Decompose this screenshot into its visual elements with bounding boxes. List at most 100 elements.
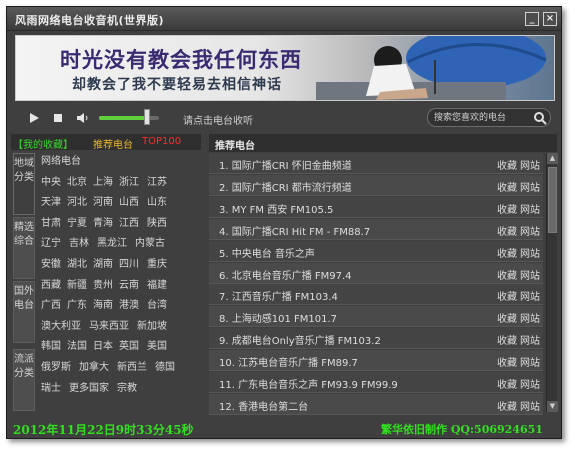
region-link[interactable]: 湖南 — [93, 255, 113, 270]
region-link[interactable]: 西藏 — [41, 276, 61, 291]
station-row[interactable]: 11. 广东电台音乐之声 FM93.9 FM99.9 收藏 网站 — [209, 372, 543, 393]
station-favorite-link[interactable]: 收藏 — [497, 376, 517, 391]
region-link[interactable]: 广东 — [67, 296, 87, 311]
region-link[interactable]: 新西兰 — [117, 358, 147, 373]
minimize-button[interactable]: _ — [525, 12, 539, 26]
region-link[interactable]: 甘肃 — [41, 214, 61, 229]
category-tab-foreign[interactable]: 国外电台 — [13, 281, 35, 343]
volume-slider[interactable] — [99, 116, 159, 120]
station-website-link[interactable]: 网站 — [520, 201, 540, 216]
station-row[interactable]: 6. 北京电台音乐广播 FM97.4 收藏 网站 — [209, 262, 543, 284]
station-name[interactable]: 8. 上海动感101 FM101.7 — [219, 310, 337, 325]
region-link[interactable]: 安徽 — [41, 255, 61, 270]
region-link[interactable]: 宁夏 — [67, 214, 87, 229]
region-link[interactable]: 澳大利亚 — [41, 317, 81, 332]
region-link[interactable]: 瑞士 — [41, 379, 61, 394]
volume-slider-handle[interactable] — [144, 109, 150, 125]
region-link[interactable]: 海南 — [93, 296, 113, 311]
region-link[interactable]: 加拿大 — [79, 358, 109, 373]
region-link[interactable]: 新疆 — [67, 276, 87, 291]
station-favorite-link[interactable]: 收藏 — [497, 310, 517, 325]
station-name[interactable]: 11. 广东电台音乐之声 FM93.9 FM99.9 — [219, 376, 398, 391]
region-link[interactable]: 北京 — [67, 173, 87, 188]
scroll-down-arrow-icon[interactable]: ▼ — [547, 401, 558, 412]
station-row[interactable]: 9. 成都电台Only音乐广播 FM103.2 收藏 网站 — [209, 328, 543, 350]
region-link[interactable]: 港澳 — [119, 296, 139, 311]
stop-icon[interactable] — [51, 111, 65, 125]
region-link[interactable]: 中央 — [41, 173, 61, 188]
scroll-up-arrow-icon[interactable]: ▲ — [547, 153, 558, 164]
station-website-link[interactable]: 网站 — [520, 157, 540, 172]
station-row[interactable]: 4. 国际广播CRI Hit FM - FM88.7 收藏 网站 — [209, 218, 543, 240]
region-link[interactable]: 河南 — [93, 193, 113, 208]
region-link[interactable]: 青海 — [93, 214, 113, 229]
search-icon[interactable] — [533, 111, 547, 125]
play-icon[interactable] — [27, 111, 41, 125]
station-favorite-link[interactable]: 收藏 — [497, 245, 517, 260]
station-favorite-link[interactable]: 收藏 — [497, 288, 517, 303]
station-row[interactable]: 8. 上海动感101 FM101.7 收藏 网站 — [209, 306, 543, 328]
region-link[interactable]: 德国 — [155, 358, 175, 373]
region-link[interactable]: 内蒙古 — [135, 234, 165, 249]
title-bar[interactable]: 风雨网络电台收音机(世界版) _ × — [7, 7, 561, 31]
region-link[interactable]: 河北 — [67, 193, 87, 208]
station-favorite-link[interactable]: 收藏 — [497, 332, 517, 347]
station-name[interactable]: 4. 国际广播CRI Hit FM - FM88.7 — [219, 223, 370, 238]
region-link[interactable]: 日本 — [93, 337, 113, 352]
station-row[interactable]: 2. 国际广播CRI 都市流行频道 收藏 网站 — [209, 174, 543, 196]
station-name[interactable]: 2. 国际广播CRI 都市流行频道 — [219, 179, 352, 194]
region-link[interactable]: 宗教 — [117, 379, 137, 394]
station-website-link[interactable]: 网站 — [520, 332, 540, 347]
region-link[interactable]: 重庆 — [147, 255, 167, 270]
station-name[interactable]: 7. 江西音乐广播 FM103.4 — [219, 288, 338, 303]
region-link[interactable]: 吉林 — [69, 234, 89, 249]
station-website-link[interactable]: 网站 — [520, 310, 540, 325]
station-name[interactable]: 12. 香港电台第二台 — [219, 398, 308, 413]
station-website-link[interactable]: 网站 — [520, 354, 540, 369]
region-link[interactable]: 江西 — [119, 214, 139, 229]
station-website-link[interactable]: 网站 — [520, 267, 540, 282]
station-favorite-link[interactable]: 收藏 — [497, 354, 517, 369]
station-name[interactable]: 1. 国际广播CRI 怀旧金曲频道 — [219, 157, 352, 172]
station-row[interactable]: 12. 香港电台第二台 收藏 网站 — [209, 393, 543, 415]
station-row[interactable]: 5. 中央电台 音乐之声 收藏 网站 — [209, 240, 543, 262]
region-link[interactable]: 英国 — [119, 337, 139, 352]
region-link[interactable]: 山西 — [119, 193, 139, 208]
station-favorite-link[interactable]: 收藏 — [497, 267, 517, 282]
station-name[interactable]: 3. MY FM 西安 FM105.5 — [219, 201, 333, 216]
region-link[interactable]: 俄罗斯 — [41, 358, 71, 373]
region-link[interactable]: 湖北 — [67, 255, 87, 270]
region-link[interactable]: 贵州 — [93, 276, 113, 291]
search-input[interactable] — [434, 111, 530, 125]
station-row[interactable]: 10. 江苏电台音乐广播 FM89.7 收藏 网站 — [209, 350, 543, 372]
station-name[interactable]: 10. 江苏电台音乐广播 FM89.7 — [219, 354, 358, 369]
category-tab-region[interactable]: 地域分类 — [13, 153, 35, 215]
station-row[interactable]: 1. 国际广播CRI 怀旧金曲频道 收藏 网站 — [209, 153, 543, 174]
station-row[interactable]: 3. MY FM 西安 FM105.5 收藏 网站 — [209, 196, 543, 218]
station-website-link[interactable]: 网站 — [520, 223, 540, 238]
station-favorite-link[interactable]: 收藏 — [497, 179, 517, 194]
speaker-icon[interactable] — [75, 111, 89, 125]
station-name[interactable]: 6. 北京电台音乐广播 FM97.4 — [219, 267, 352, 282]
region-link[interactable]: 天津 — [41, 193, 61, 208]
region-link[interactable]: 山东 — [147, 193, 167, 208]
region-link[interactable]: 法国 — [67, 337, 87, 352]
region-link[interactable]: 江苏 — [147, 173, 167, 188]
station-website-link[interactable]: 网站 — [520, 376, 540, 391]
region-link[interactable]: 马来西亚 — [89, 317, 129, 332]
region-link[interactable]: 网络电台 — [41, 152, 81, 167]
station-website-link[interactable]: 网站 — [520, 245, 540, 260]
region-link[interactable]: 四川 — [119, 255, 139, 270]
station-name[interactable]: 5. 中央电台 音乐之声 — [219, 245, 315, 260]
region-link[interactable]: 辽宁 — [41, 234, 61, 249]
station-favorite-link[interactable]: 收藏 — [497, 223, 517, 238]
station-website-link[interactable]: 网站 — [520, 288, 540, 303]
region-link[interactable]: 福建 — [147, 276, 167, 291]
tab-top100[interactable]: TOP100 — [142, 136, 181, 147]
region-link[interactable]: 广西 — [41, 296, 61, 311]
tab-recommended[interactable]: 推荐电台 — [93, 136, 133, 151]
scrollbar-thumb[interactable] — [548, 167, 557, 233]
region-link[interactable]: 美国 — [147, 337, 167, 352]
station-favorite-link[interactable]: 收藏 — [497, 157, 517, 172]
region-link[interactable]: 浙江 — [119, 173, 139, 188]
